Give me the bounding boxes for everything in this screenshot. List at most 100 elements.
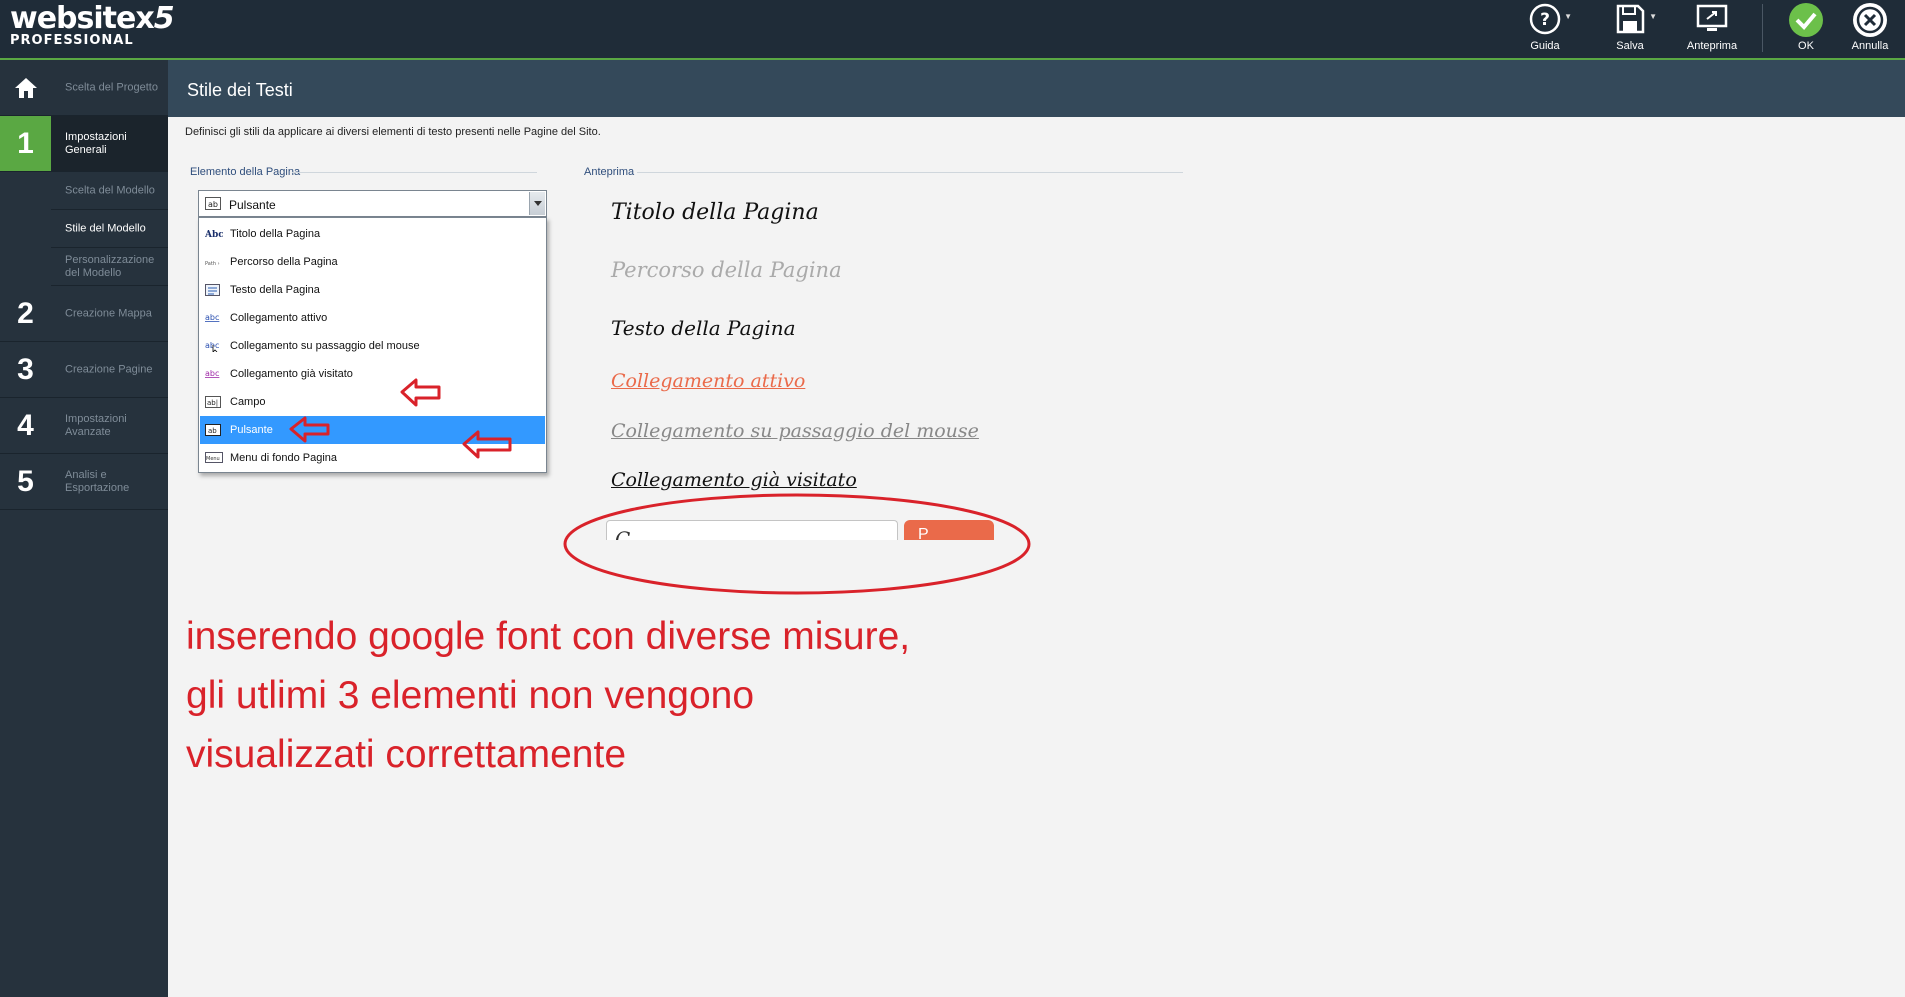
top-toolbar: websitex5 PROFESSIONAL ? ▼ Guida ▼ Salva… <box>0 0 1905 60</box>
list-item[interactable]: Path › Percorso della Pagina <box>200 248 545 276</box>
preview-section-label: Anteprima <box>584 166 635 178</box>
sidebar-item-label: Scelta del Progetto <box>65 81 158 93</box>
sidebar-item-map-creation[interactable]: 2 Creazione Mappa <box>0 286 168 342</box>
list-item[interactable]: ab| Campo <box>200 388 545 416</box>
title-style-icon: Abc <box>205 230 223 240</box>
list-item[interactable]: abc Collegamento attivo <box>200 304 545 332</box>
annotation-text: inserendo google font con diverse misure… <box>186 615 911 776</box>
sidebar-item-label: Impostazioni Avanzate <box>65 412 127 438</box>
preview-button: P <box>904 520 994 540</box>
list-item-label: Testo della Pagina <box>230 284 320 296</box>
cancel-button[interactable]: Annulla <box>1835 0 1905 58</box>
list-item-label: Collegamento attivo <box>230 312 328 324</box>
svg-text:abc: abc <box>205 369 219 378</box>
element-section-label: Elemento della Pagina <box>190 166 301 178</box>
text-style-icon <box>205 284 220 296</box>
logo-x5: 5 <box>153 1 175 36</box>
annotation-ellipse <box>563 493 1031 595</box>
monitor-icon <box>1696 4 1728 31</box>
home-icon <box>0 60 51 115</box>
save-button[interactable]: ▼ Salva <box>1595 0 1665 58</box>
preview-button-text: P <box>918 526 929 540</box>
svg-text:abc: abc <box>205 341 219 350</box>
save-caret-icon: ▼ <box>1649 12 1657 21</box>
path-style-icon: Path › <box>205 261 220 267</box>
svg-text:Abc: Abc <box>205 230 223 240</box>
visited-link-style-icon: abc <box>205 369 219 378</box>
sidebar-item-page-creation[interactable]: 3 Creazione Pagine <box>0 342 168 398</box>
preview-path: Percorso della Pagina <box>611 258 842 282</box>
page-header: Stile dei Testi <box>168 60 1905 117</box>
section-divider <box>637 172 1183 173</box>
sidebar-subitem-template-customization[interactable]: Personalizzazione del Modello <box>51 248 168 286</box>
list-item-label: Pulsante <box>230 424 273 436</box>
preview-field: C <box>606 520 898 540</box>
step-number: 1 <box>0 116 51 171</box>
help-icon: ? <box>1529 3 1561 35</box>
svg-text:ab: ab <box>208 200 218 209</box>
list-item[interactable]: ab Pulsante <box>200 416 545 444</box>
svg-text:abc: abc <box>205 313 219 322</box>
ok-button[interactable]: OK <box>1771 0 1841 58</box>
list-item-label: Percorso della Pagina <box>230 256 338 268</box>
chevron-down-icon[interactable] <box>529 192 545 215</box>
preview-field-text: C <box>615 527 631 540</box>
app-logo: websitex5 PROFESSIONAL <box>10 1 175 48</box>
preview-visited-link: Collegamento già visitato <box>611 469 857 491</box>
help-label: Guida <box>1530 40 1560 52</box>
list-item-label: Titolo della Pagina <box>230 228 321 240</box>
sidebar: Scelta del Progetto 1 Impostazioni Gener… <box>0 60 168 997</box>
sidebar-item-label: Impostazioni Generali <box>65 130 127 156</box>
close-icon <box>1853 3 1887 37</box>
ok-label: OK <box>1798 40 1814 52</box>
preview-text: Testo della Pagina <box>611 316 796 340</box>
save-label: Salva <box>1616 40 1644 52</box>
step-number: 3 <box>17 352 34 386</box>
sidebar-subitem-label: Stile del Modello <box>65 222 146 234</box>
preview-button[interactable]: Anteprima <box>1677 0 1747 58</box>
list-item[interactable]: abc Collegamento su passaggio del mouse <box>200 332 545 360</box>
sidebar-item-label: Creazione Pagine <box>65 363 153 375</box>
button-style-icon: ab <box>205 197 221 210</box>
sidebar-subitem-template-style[interactable]: Stile del Modello <box>51 210 168 248</box>
preview-label: Anteprima <box>1686 40 1738 52</box>
sidebar-item-label: Analisi e Esportazione <box>65 468 130 494</box>
list-item[interactable]: Menu Menu di fondo Pagina <box>200 444 545 472</box>
cancel-label: Annulla <box>1851 40 1889 52</box>
toolbar-separator <box>1762 4 1763 52</box>
sidebar-item-general-settings[interactable]: 1 Impostazioni Generali <box>0 116 168 172</box>
sidebar-subitem-label: Scelta del Modello <box>65 184 155 196</box>
checkmark-icon <box>1789 3 1823 37</box>
svg-text:Path ›: Path › <box>205 261 220 267</box>
svg-text:Menu: Menu <box>206 456 220 462</box>
help-caret-icon: ▼ <box>1564 12 1572 21</box>
sidebar-item-analysis-export[interactable]: 5 Analisi e Esportazione <box>0 454 168 510</box>
step-number: 5 <box>17 464 34 498</box>
sidebar-subitem-template-choice[interactable]: Scelta del Modello <box>51 172 168 210</box>
list-item[interactable]: Abc Titolo della Pagina <box>200 220 545 248</box>
element-select[interactable]: ab Pulsante <box>198 190 547 217</box>
element-select-value: Pulsante <box>229 198 276 212</box>
logo-sub: PROFESSIONAL <box>10 33 134 48</box>
button-style-icon: ab <box>205 424 221 436</box>
list-item[interactable]: abc Collegamento già visitato <box>200 360 545 388</box>
sidebar-item-label: Creazione Mappa <box>65 307 152 319</box>
step-number: 2 <box>17 296 34 330</box>
hover-link-style-icon: abc <box>205 341 219 352</box>
field-style-icon: ab| <box>205 396 221 408</box>
svg-text:ab: ab <box>208 427 217 435</box>
save-icon <box>1616 4 1645 34</box>
sidebar-item-advanced-settings[interactable]: 4 Impostazioni Avanzate <box>0 398 168 454</box>
list-item-label: Menu di fondo Pagina <box>230 452 338 464</box>
help-button[interactable]: ? ▼ Guida <box>1510 0 1580 58</box>
footer-menu-style-icon: Menu <box>205 452 223 463</box>
logo-main: websitex <box>10 1 155 36</box>
link-style-icon: abc <box>205 313 219 322</box>
svg-text:ab|: ab| <box>207 399 218 407</box>
list-item-label: Collegamento su passaggio del mouse <box>230 340 420 352</box>
sidebar-item-project[interactable]: Scelta del Progetto <box>0 60 168 116</box>
preview-hover-link: Collegamento su passaggio del mouse <box>611 420 979 442</box>
list-item[interactable]: Testo della Pagina <box>200 276 545 304</box>
page-intro: Definisci gli stili da applicare ai dive… <box>185 126 601 138</box>
sidebar-subitem-label: Personalizzazione del Modello <box>65 253 155 279</box>
